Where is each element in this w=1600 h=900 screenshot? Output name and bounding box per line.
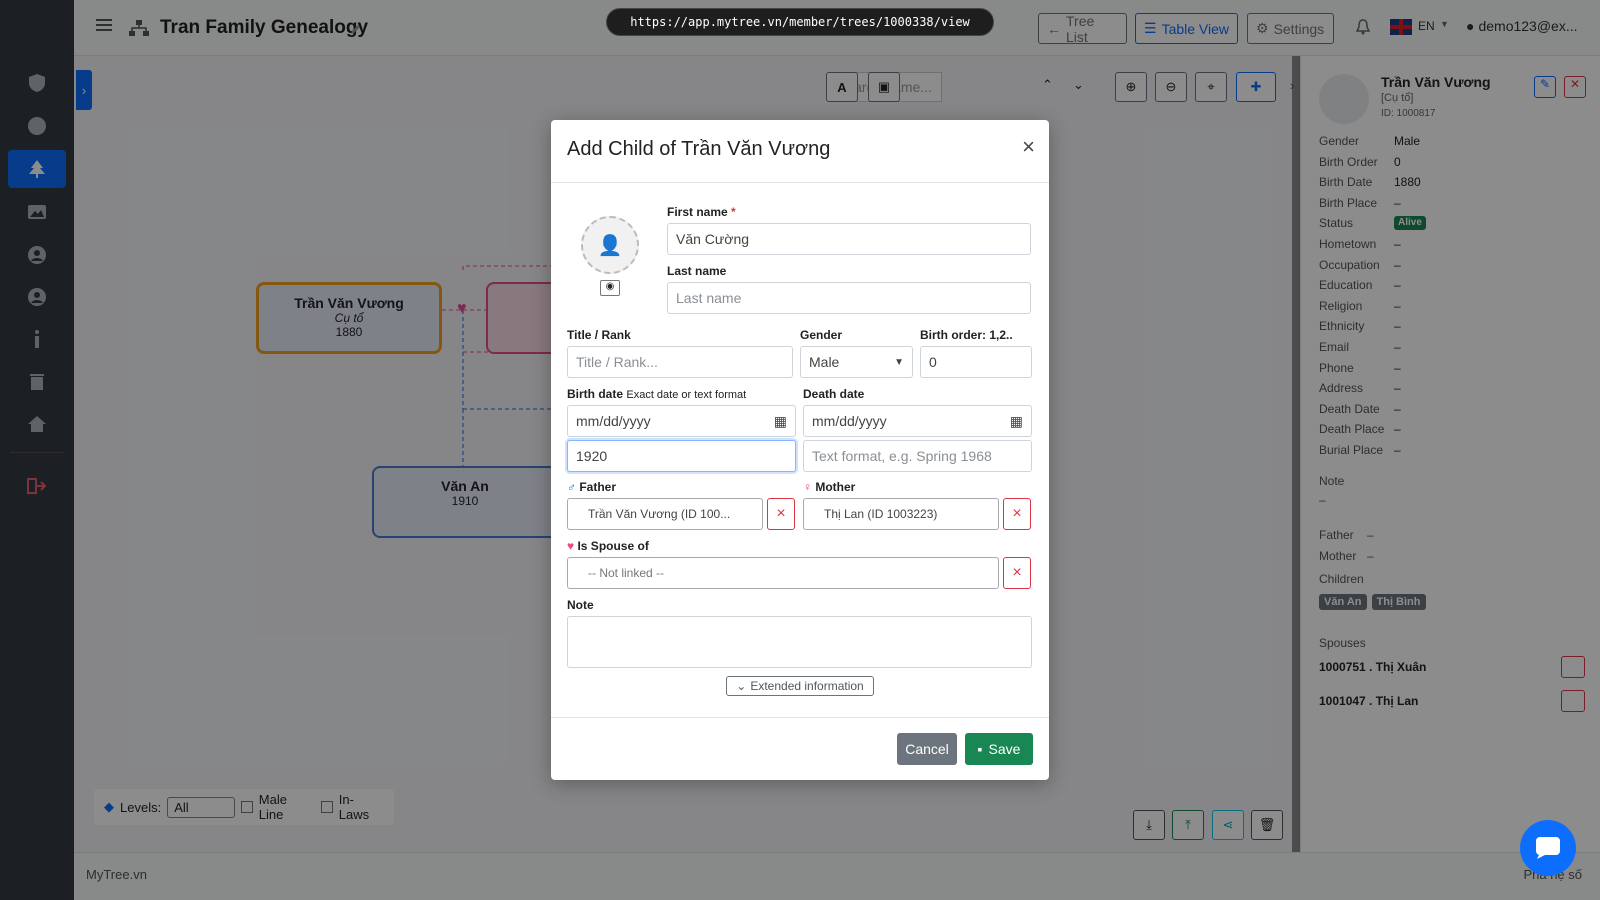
death-date-text-input[interactable]: Text format, e.g. Spring 1968	[803, 440, 1032, 472]
extended-info-button[interactable]: ⌄ Extended information	[726, 676, 874, 696]
close-icon[interactable]: ×	[1022, 134, 1035, 160]
photo-placeholder[interactable]: 👤	[581, 216, 639, 274]
url-bar[interactable]: https://app.mytree.vn/member/trees/10003…	[606, 8, 994, 36]
gender-select[interactable]: Male ▼	[800, 346, 913, 378]
death-date-picker[interactable]: mm/dd/yyyy ▦	[803, 405, 1032, 437]
male-icon: ♂	[567, 480, 576, 494]
save-button[interactable]: ▪ Save	[965, 733, 1033, 765]
spouse-label-text: Is Spouse of	[577, 539, 649, 553]
user-icon: 👤	[597, 234, 623, 257]
modal-title: Add Child of Trần Văn Vương	[567, 138, 831, 160]
death-date-placeholder: mm/dd/yyyy	[812, 413, 887, 429]
gender-label: Gender	[800, 328, 843, 342]
cancel-button[interactable]: Cancel	[897, 733, 957, 765]
birth-date-label: Birth date Exact date or text format	[567, 387, 746, 401]
clear-mother-button[interactable]: ×	[1003, 498, 1031, 530]
required-mark: *	[731, 205, 736, 219]
floppy-icon: ▪	[977, 741, 983, 757]
mother-label-text: Mother	[815, 480, 856, 494]
note-textarea[interactable]	[567, 616, 1032, 668]
father-label-text: Father	[579, 480, 617, 494]
title-rank-label: Title / Rank	[567, 328, 631, 342]
gender-value: Male	[809, 354, 840, 370]
add-child-modal: Add Child of Trần Văn Vương × 👤 ◉ First …	[551, 120, 1049, 780]
father-label: ♂ Father	[567, 480, 616, 494]
birth-date-placeholder: mm/dd/yyyy	[576, 413, 651, 429]
heart-icon: ♥	[567, 539, 575, 553]
chat-button[interactable]	[1520, 820, 1576, 876]
mother-value: Thị Lan (ID 1003223)	[824, 507, 938, 521]
chevron-down-icon: ⌄	[736, 679, 747, 693]
birth-order-label: Birth order: 1,2..	[920, 328, 1013, 342]
camera-icon[interactable]: ◉	[600, 280, 620, 296]
female-icon: ♀	[803, 480, 812, 494]
title-rank-input[interactable]: Title / Rank...	[567, 346, 793, 378]
father-value: Trần Văn Vương (ID 100...	[588, 507, 731, 521]
spouse-value: -- Not linked --	[588, 566, 665, 580]
father-select[interactable]: Trần Văn Vương (ID 100...	[567, 498, 763, 530]
birth-date-text-input[interactable]: 1920	[567, 440, 796, 472]
first-name-label-text: First name	[667, 205, 728, 219]
clear-father-button[interactable]: ×	[767, 498, 795, 530]
birth-date-picker[interactable]: mm/dd/yyyy ▦	[567, 405, 796, 437]
chat-icon	[1536, 837, 1560, 859]
birth-order-input[interactable]: 0	[920, 346, 1032, 378]
extended-label: Extended information	[750, 679, 864, 693]
save-label: Save	[988, 741, 1021, 757]
mother-select[interactable]: Thị Lan (ID 1003223)	[803, 498, 999, 530]
last-name-input[interactable]: Last name	[667, 282, 1031, 314]
spouse-select[interactable]: -- Not linked --	[567, 557, 999, 589]
birth-date-hint: Exact date or text format	[626, 389, 747, 401]
first-name-input[interactable]: Văn Cường	[667, 223, 1031, 255]
calendar-icon[interactable]: ▦	[774, 413, 787, 430]
clear-spouse-button[interactable]: ×	[1003, 557, 1031, 589]
chevron-down-icon: ▼	[894, 356, 904, 368]
first-name-label: First name *	[667, 205, 736, 219]
calendar-icon[interactable]: ▦	[1010, 413, 1023, 430]
last-name-label: Last name	[667, 264, 727, 278]
birth-date-label-text: Birth date	[567, 387, 624, 401]
spouse-label: ♥ Is Spouse of	[567, 539, 649, 553]
note-label: Note	[567, 598, 594, 612]
death-date-label: Death date	[803, 387, 865, 401]
mother-label: ♀ Mother	[803, 480, 855, 494]
